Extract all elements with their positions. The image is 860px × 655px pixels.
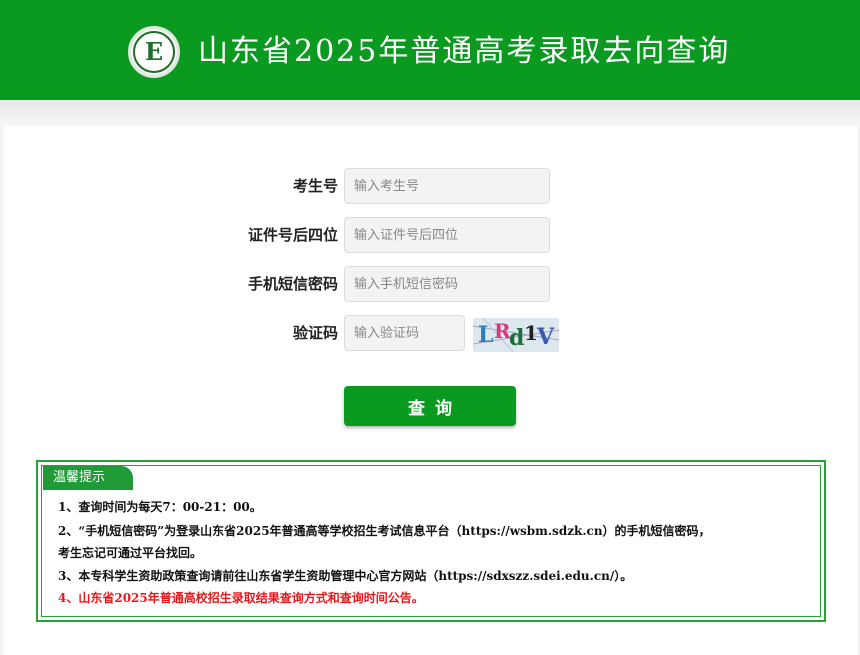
id-last4-label: 证件号后四位 xyxy=(247,226,338,244)
logo-inner-ring: E xyxy=(133,31,175,73)
page-title: 山东省2025年普通高考录取去向查询 xyxy=(198,34,731,69)
sms-password-input[interactable] xyxy=(344,266,550,302)
notice-line-1: 1、查询时间为每天7：00-21：00。 xyxy=(58,500,262,514)
exam-id-input[interactable] xyxy=(344,168,550,204)
notice-box: 温馨提示 1、查询时间为每天7：00-21：00。 2、“手机短信密码”为登录山… xyxy=(36,460,826,622)
notice-line-2: 2、“手机短信密码”为登录山东省2025年普通高等学校招生考试信息平台（http… xyxy=(58,524,711,538)
id-last4-input[interactable] xyxy=(344,217,550,253)
header-shadow xyxy=(0,100,860,126)
exam-id-label: 考生号 xyxy=(292,177,338,195)
captcha-input[interactable] xyxy=(344,315,465,351)
captcha-label: 验证码 xyxy=(292,324,338,342)
captcha-char: d xyxy=(509,325,525,351)
notice-line-3: 3、本专科学生资助政策查询请前往山东省学生资助管理中心官方网站（https://… xyxy=(58,569,633,583)
captcha-char: L xyxy=(478,322,494,348)
query-button[interactable]: 查询 xyxy=(344,386,516,426)
notice-title: 温馨提示 xyxy=(43,466,133,490)
logo-letter: E xyxy=(144,37,164,66)
logo-emblem-icon: E xyxy=(128,26,180,78)
captcha-char: 1 xyxy=(524,321,538,345)
notice-link-admission-announcement[interactable]: 4、山东省2025年普通高校招生录取结果查询方式和查询时间公告。 xyxy=(58,589,424,606)
sms-password-label: 手机短信密码 xyxy=(247,275,338,293)
captcha-image[interactable]: L R d 1 V xyxy=(473,318,559,352)
captcha-char: V xyxy=(537,324,555,350)
notice-line-2-continued: 考生忘记可通过平台找回。 xyxy=(58,546,203,560)
